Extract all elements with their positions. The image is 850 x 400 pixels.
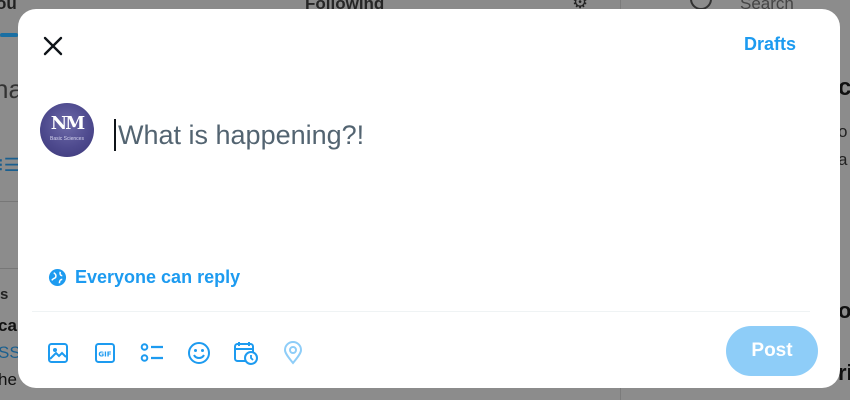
text-caret xyxy=(114,119,116,151)
post-button[interactable]: Post xyxy=(726,326,818,376)
background-divider xyxy=(0,201,18,202)
add-media-button[interactable] xyxy=(42,337,74,369)
location-icon xyxy=(283,341,303,365)
toolbar-divider xyxy=(32,311,810,312)
svg-text:GIF: GIF xyxy=(98,351,111,359)
background-text-fragment: he xyxy=(0,370,17,389)
tab-active-indicator xyxy=(0,33,18,37)
poll-icon xyxy=(140,343,163,362)
reply-settings-label: Everyone can reply xyxy=(75,267,241,287)
background-text-fragment: s xyxy=(0,286,9,303)
drafts-button[interactable]: Drafts xyxy=(744,34,796,55)
tag-location-button[interactable] xyxy=(277,337,309,369)
compose-toolbar: GIF xyxy=(42,337,309,369)
tab-for-you: ou xyxy=(0,0,17,13)
close-icon xyxy=(43,36,63,56)
gif-icon: GIF xyxy=(95,343,115,363)
add-poll-button[interactable] xyxy=(136,337,168,369)
compose-post-dialog: Drafts NM Basic Sciences What is happeni… xyxy=(18,9,840,388)
globe-icon xyxy=(48,268,67,287)
background-text-fragment: ca xyxy=(0,316,17,335)
avatar-subtitle: Basic Sciences xyxy=(50,135,84,142)
add-emoji-button[interactable] xyxy=(183,337,215,369)
add-gif-button[interactable]: GIF xyxy=(89,337,121,369)
emoji-icon xyxy=(188,342,210,364)
schedule-icon xyxy=(234,342,258,365)
background-divider xyxy=(0,268,18,269)
avatar[interactable]: NM Basic Sciences xyxy=(40,103,94,157)
close-button[interactable] xyxy=(36,29,70,63)
composer-placeholder: What is happening?! xyxy=(118,119,365,150)
image-icon xyxy=(48,343,68,363)
reply-settings-button[interactable]: Everyone can reply xyxy=(48,267,240,288)
post-text-input[interactable]: What is happening?! xyxy=(114,113,714,157)
schedule-post-button[interactable] xyxy=(230,337,262,369)
background-poll-icon: ⁝☰ xyxy=(0,155,20,175)
avatar-logo: NM xyxy=(50,112,85,134)
